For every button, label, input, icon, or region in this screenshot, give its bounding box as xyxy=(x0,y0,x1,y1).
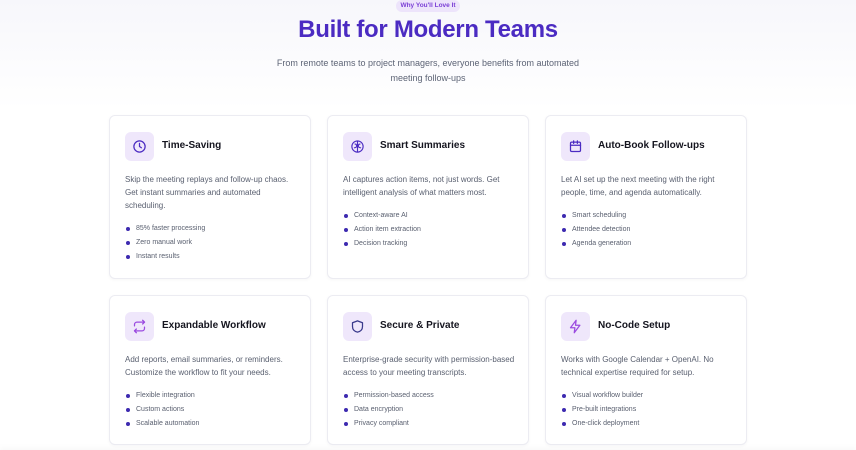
feature-card-smart-summaries: Smart Summaries AI captures action items… xyxy=(327,115,529,279)
feature-list: Smart scheduling Attendee detection Agen… xyxy=(561,209,631,251)
page-subtitle: From remote teams to project managers, e… xyxy=(276,58,580,83)
bullet-dot xyxy=(344,214,348,218)
feature-card-time-saving: Time-Saving Skip the meeting replays and… xyxy=(109,115,311,279)
brain-icon xyxy=(343,132,372,161)
card-description: Let AI set up the next meeting with the … xyxy=(561,175,715,197)
list-item: Data encryption xyxy=(343,403,434,417)
feature-list: Context-aware AI Action item extraction … xyxy=(343,209,421,251)
bullet-dot xyxy=(562,214,566,218)
clock-icon xyxy=(125,132,154,161)
bullet-dot xyxy=(344,408,348,412)
feature-card-auto-book: Auto-Book Follow-ups Let AI set up the n… xyxy=(545,115,747,279)
bullet-dot xyxy=(126,255,130,259)
bullet-dot xyxy=(344,394,348,398)
bullet-dot xyxy=(126,422,130,426)
features-section: Why You'll Love It Built for Modern Team… xyxy=(0,0,856,450)
card-description: Works with Google Calendar + OpenAI. No … xyxy=(561,355,714,377)
list-item: Privacy compliant xyxy=(343,417,434,431)
lightning-icon xyxy=(561,312,590,341)
feature-list: Visual workflow builder Pre-built integr… xyxy=(561,389,643,431)
list-item: Scalable automation xyxy=(125,417,199,431)
card-title: Time-Saving xyxy=(162,140,222,151)
card-title: Expandable Workflow xyxy=(162,320,266,331)
card-description: Add reports, email summaries, or reminde… xyxy=(125,355,283,377)
bullet-dot xyxy=(562,242,566,246)
list-item: Agenda generation xyxy=(561,237,631,251)
bullet-dot xyxy=(126,227,130,231)
section-badge: Why You'll Love It xyxy=(396,0,460,12)
bullet-dot xyxy=(126,408,130,412)
card-title: Smart Summaries xyxy=(380,140,466,151)
repeat-icon xyxy=(125,312,154,341)
feature-card-no-code-setup: No-Code Setup Works with Google Calendar… xyxy=(545,295,747,445)
shield-icon xyxy=(343,312,372,341)
card-description: AI captures action items, not just words… xyxy=(343,175,500,197)
card-title: No-Code Setup xyxy=(598,320,671,331)
feature-list: 85% faster processing Zero manual work I… xyxy=(125,222,205,264)
list-item: Permission-based access xyxy=(343,389,434,403)
list-item: Smart scheduling xyxy=(561,209,631,223)
list-item: Flexible integration xyxy=(125,389,199,403)
list-item: Pre-built integrations xyxy=(561,403,643,417)
feature-list: Permission-based access Data encryption … xyxy=(343,389,434,431)
list-item: Context-aware AI xyxy=(343,209,421,223)
bullet-dot xyxy=(562,394,566,398)
bullet-dot xyxy=(344,228,348,232)
calendar-icon xyxy=(561,132,590,161)
bullet-dot xyxy=(344,422,348,426)
list-item: Custom actions xyxy=(125,403,199,417)
list-item: Action item extraction xyxy=(343,223,421,237)
list-item: 85% faster processing xyxy=(125,222,205,236)
card-description: Skip the meeting replays and follow-up c… xyxy=(125,175,289,210)
page-title: Built for Modern Teams xyxy=(298,16,558,43)
bullet-dot xyxy=(126,394,130,398)
bottom-fade xyxy=(0,446,856,450)
card-title: Secure & Private xyxy=(380,320,460,331)
bullet-dot xyxy=(562,228,566,232)
list-item: Instant results xyxy=(125,250,205,264)
card-title: Auto-Book Follow-ups xyxy=(598,140,705,151)
feature-card-expandable-workflow: Expandable Workflow Add reports, email s… xyxy=(109,295,311,445)
list-item: One-click deployment xyxy=(561,417,643,431)
card-description: Enterprise-grade security with permissio… xyxy=(343,355,515,377)
feature-card-secure-private: Secure & Private Enterprise-grade securi… xyxy=(327,295,529,445)
bullet-dot xyxy=(126,241,130,245)
list-item: Decision tracking xyxy=(343,237,421,251)
list-item: Visual workflow builder xyxy=(561,389,643,403)
list-item: Attendee detection xyxy=(561,223,631,237)
bullet-dot xyxy=(562,408,566,412)
bullet-dot xyxy=(344,242,348,246)
feature-list: Flexible integration Custom actions Scal… xyxy=(125,389,199,431)
list-item: Zero manual work xyxy=(125,236,205,250)
bullet-dot xyxy=(562,422,566,426)
